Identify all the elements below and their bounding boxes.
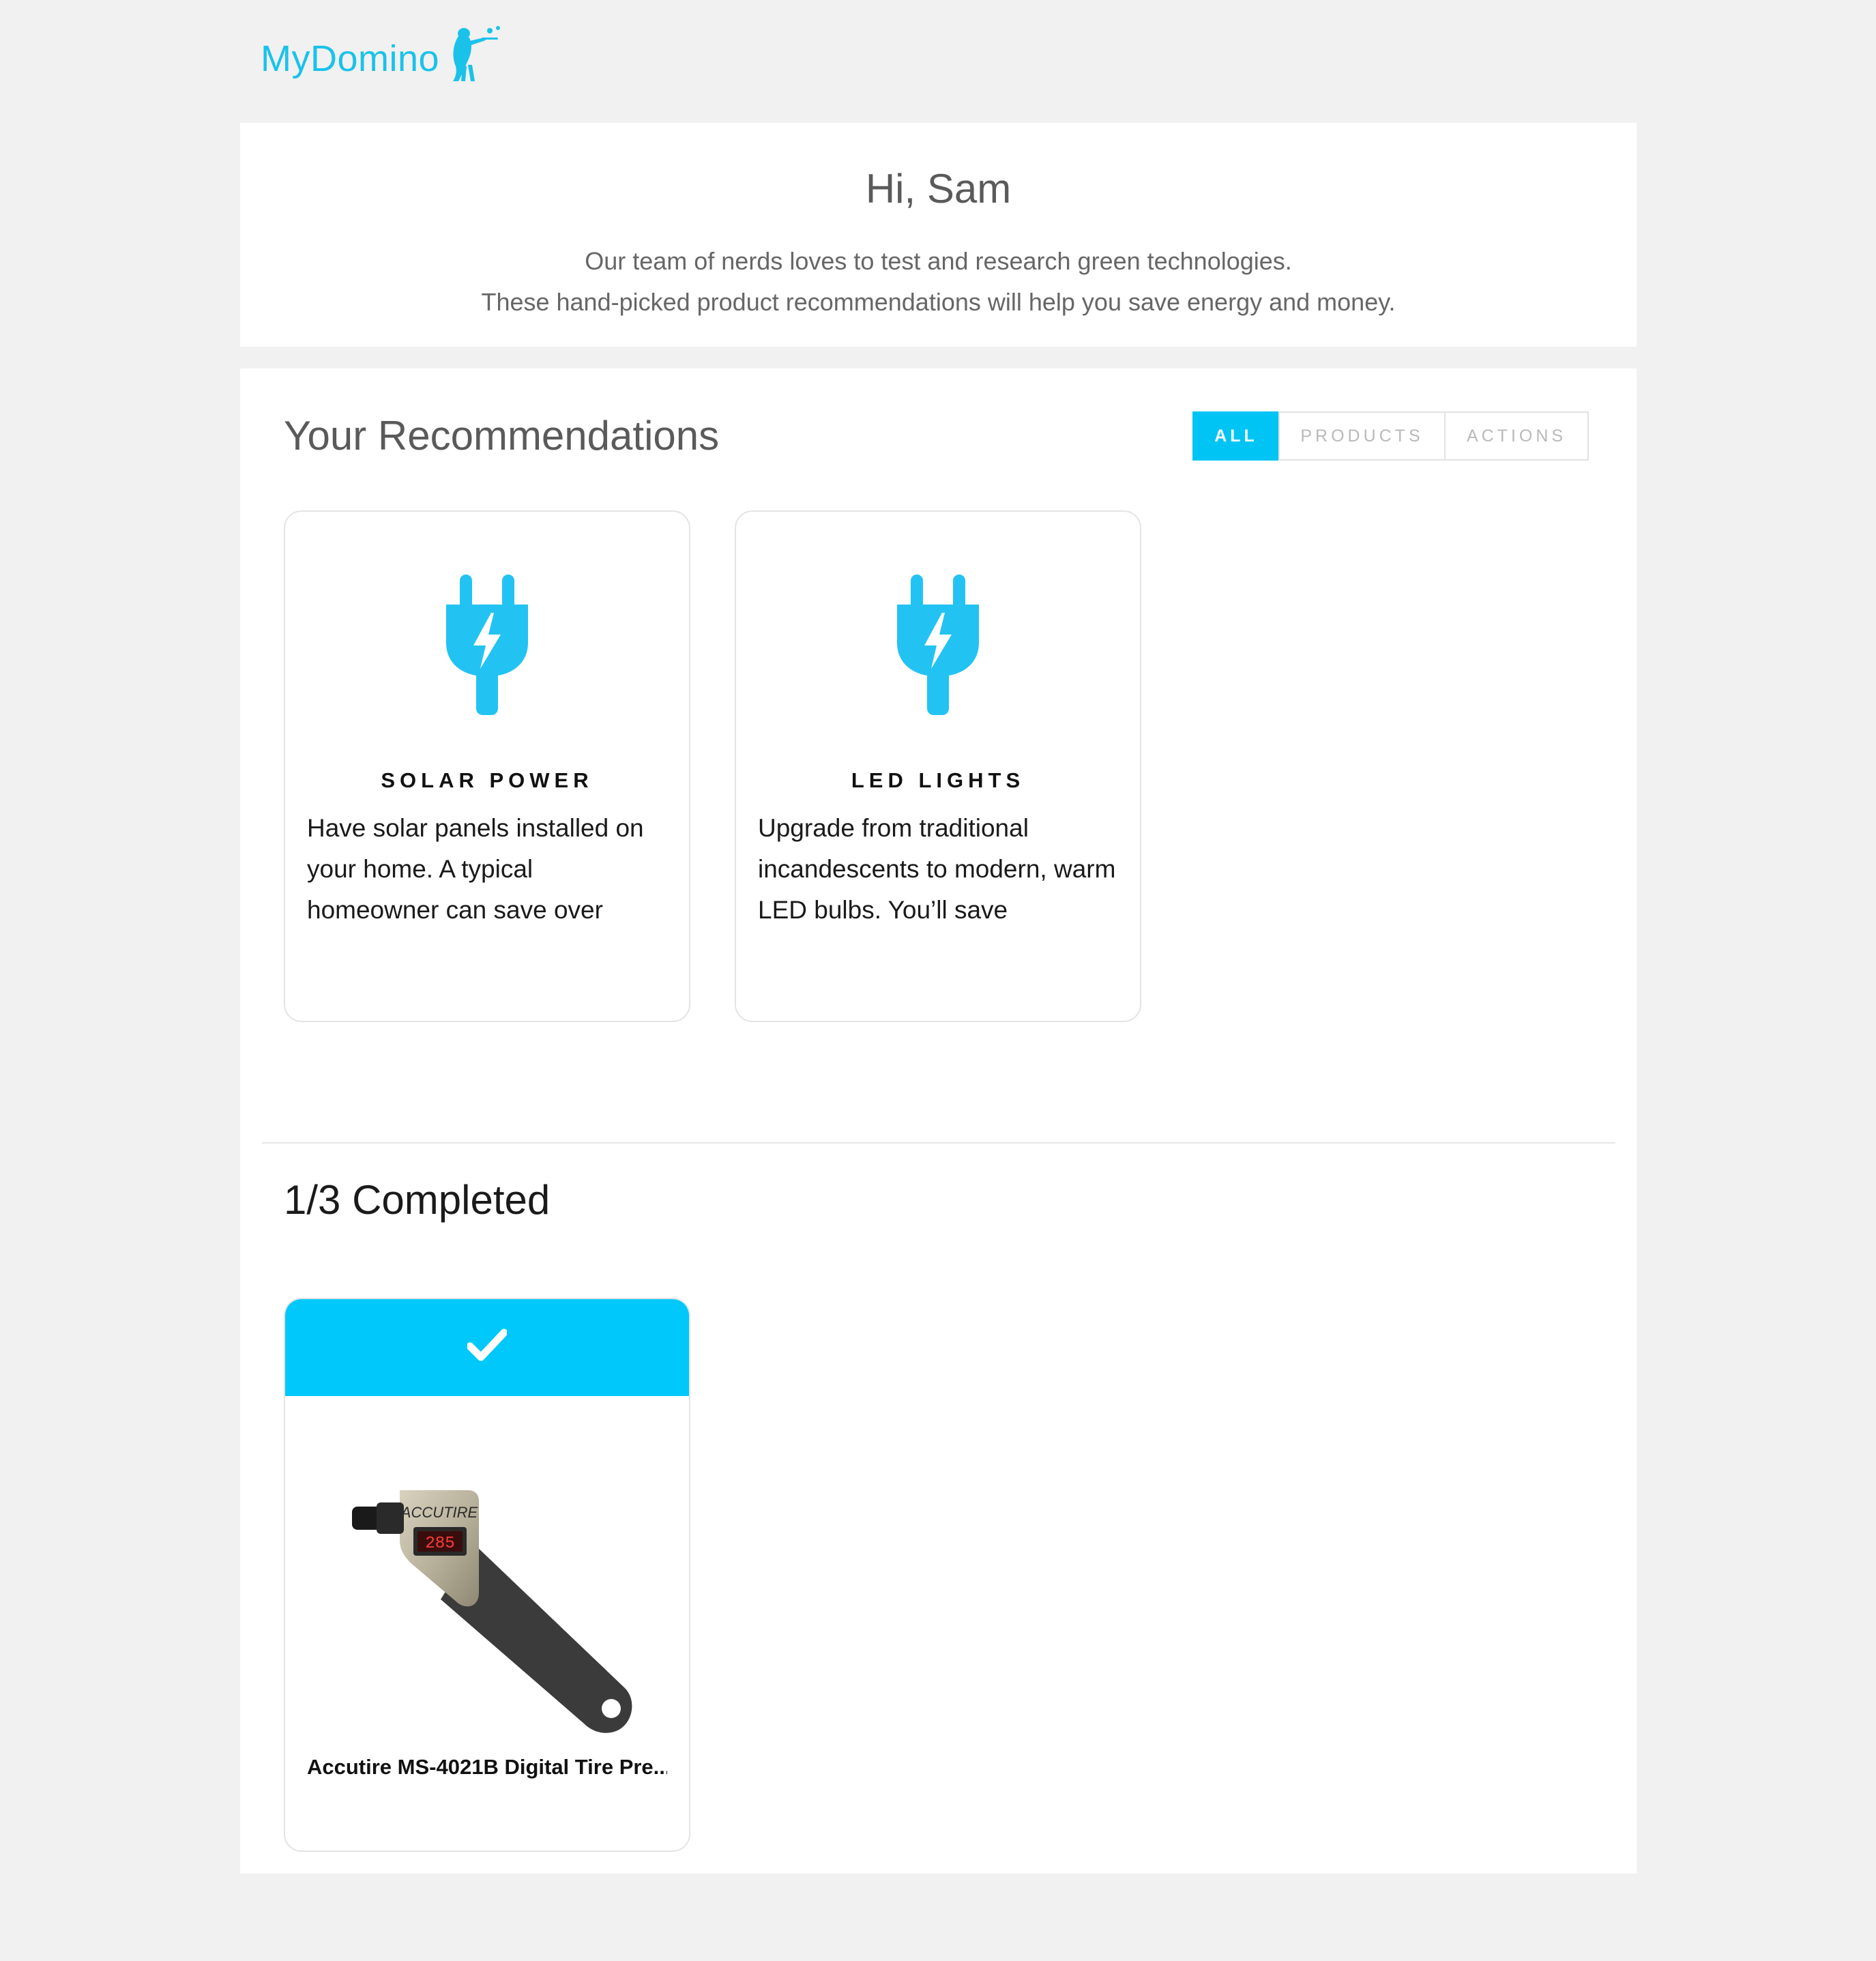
recommendation-card-led-lights[interactable]: LED LIGHTS Upgrade from traditional inca…: [735, 510, 1141, 1022]
recommendation-card-solar-power[interactable]: SOLAR POWER Have solar panels installed …: [284, 510, 690, 1022]
tire-gauge-product-image: ACCUTIRE 285: [352, 1490, 632, 1733]
checkmark-icon: [467, 1328, 507, 1361]
brand-logo[interactable]: MyDomino: [261, 25, 506, 93]
completed-header: [285, 1299, 689, 1396]
recommendation-card-title: SOLAR POWER: [381, 768, 593, 792]
greeting-description-line: These hand-picked product recommendation…: [481, 288, 1396, 316]
section-divider: [262, 1142, 1615, 1144]
bird-logo-icon: [453, 26, 501, 81]
recommendation-card-text: Have solar panels installed on your home…: [307, 814, 644, 924]
filter-products-button[interactable]: PRODUCTS: [1278, 411, 1446, 461]
filter-tabs: ALL PRODUCTS ACTIONS: [1192, 411, 1589, 461]
plug-icon: [446, 575, 528, 715]
filter-all-button[interactable]: ALL: [1192, 411, 1280, 461]
recommendations-panel: Your Recommendations ALL PRODUCTS ACTION…: [240, 368, 1637, 1874]
completed-product-card[interactable]: ACCUTIRE 285 Accutire MS-4021B Digital T…: [284, 1298, 690, 1852]
plug-icon: [897, 575, 979, 715]
recommendation-card-title: LED LIGHTS: [851, 768, 1025, 792]
product-name: Accutire MS-4021B Digital Tire Pre...: [307, 1755, 667, 1779]
recommendation-card-text: Upgrade from traditional incandescents t…: [758, 814, 1116, 924]
recommendations-title: Your Recommendations: [284, 413, 720, 459]
gauge-display-reading: 285: [425, 1535, 454, 1553]
gauge-brand-label: ACCUTIRE: [400, 1504, 478, 1521]
completed-title: 1/3 Completed: [284, 1177, 551, 1223]
brand-name: MyDomino: [261, 38, 440, 79]
greeting-card: Hi, Sam Our team of nerds loves to test …: [240, 123, 1637, 347]
filter-actions-button[interactable]: ACTIONS: [1444, 411, 1589, 461]
greeting-intro-line: Our team of nerds loves to test and rese…: [585, 247, 1292, 275]
greeting-title: Hi, Sam: [865, 166, 1012, 212]
